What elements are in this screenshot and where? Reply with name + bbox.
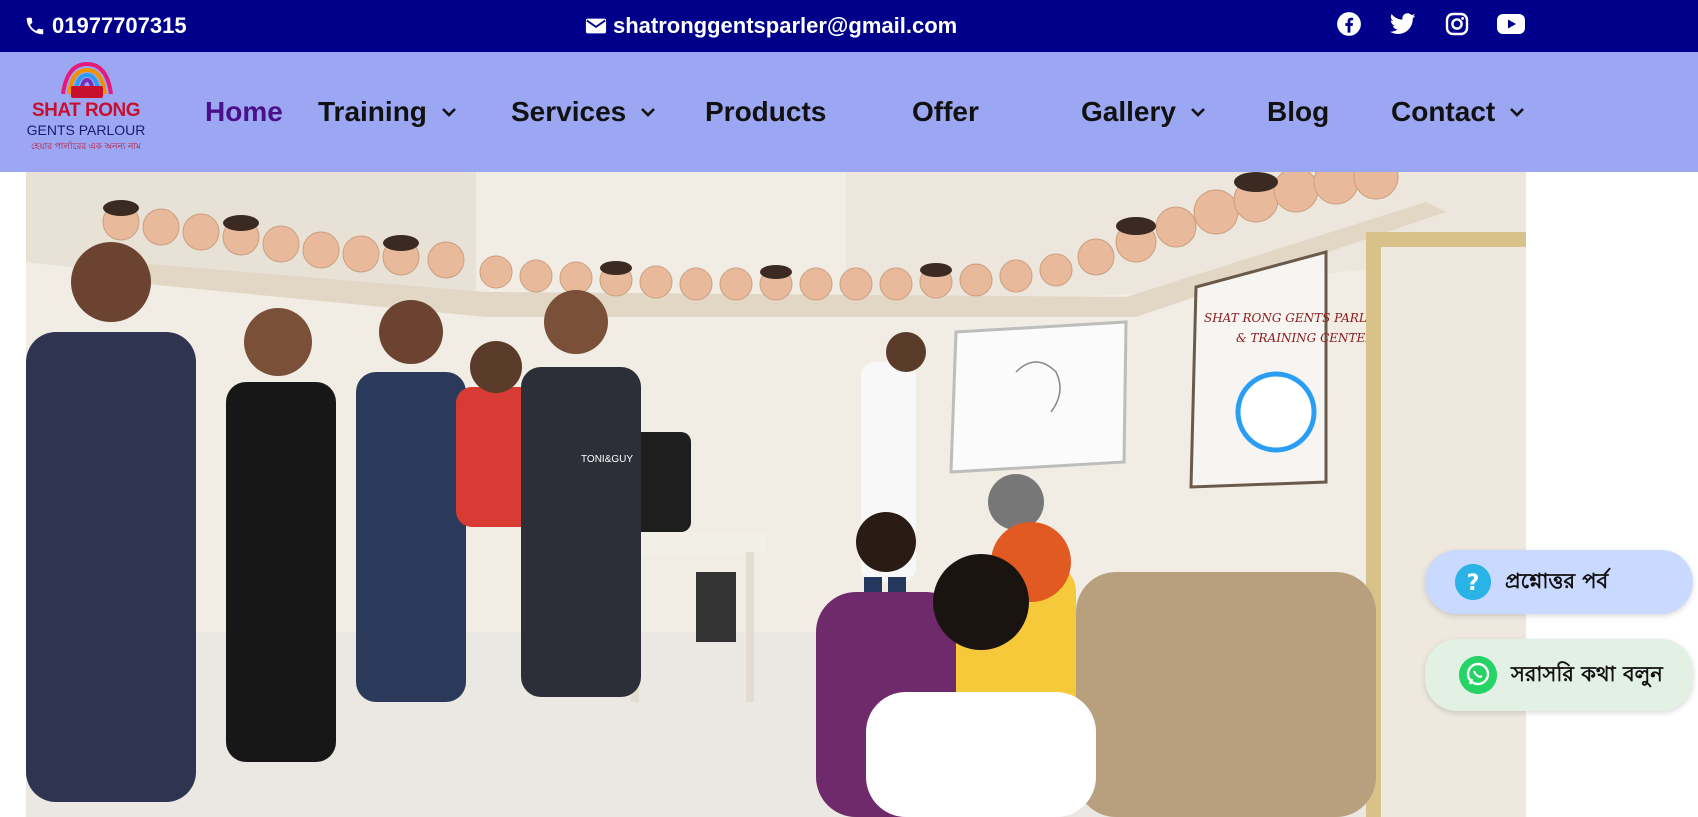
poster-subtitle: & TRAINING CENTER [1236, 331, 1374, 345]
apron-logo-text: TONI&GUY [581, 454, 633, 465]
nav-blog-label: Blog [1267, 96, 1330, 127]
nav-services-label: Services [511, 96, 627, 127]
top-contact-bar: 01977707315 shatronggentsparler@gmail.co… [0, 0, 1698, 52]
envelope-icon [585, 18, 607, 34]
qa-button-label: প্রশ্নোত্তর পর্ব [1505, 568, 1609, 593]
youtube-icon[interactable] [1497, 10, 1525, 38]
nav-home[interactable]: Home [205, 52, 283, 172]
nav-offer-label: Offer [912, 96, 979, 127]
nav-training[interactable]: Training [318, 52, 457, 172]
svg-text:?: ? [1467, 571, 1480, 596]
phone-link[interactable]: 01977707315 [24, 0, 187, 52]
facebook-icon[interactable] [1335, 10, 1363, 38]
qa-floating-button[interactable]: ? প্রশ্নোত্তর পর্ব [1425, 550, 1693, 614]
whatsapp-floating-button[interactable]: সরাসরি কথা বলুন [1425, 639, 1693, 711]
hero-training-photo: SHAT RONG GENTS PARLOUR & TRAINING CENTE… [26, 172, 1526, 817]
brand-name: SHAT RONG [31, 100, 141, 121]
phone-icon [26, 17, 44, 35]
nav-products[interactable]: Products [705, 52, 826, 172]
nav-training-label: Training [318, 96, 427, 127]
logo-mark-icon [61, 61, 113, 98]
email-address: shatronggentsparler@gmail.com [613, 13, 958, 38]
nav-gallery-label: Gallery [1081, 96, 1176, 127]
nav-contact[interactable]: Contact [1391, 52, 1525, 172]
whatsapp-button-label: সরাসরি কথা বলুন [1511, 661, 1663, 686]
nav-gallery[interactable]: Gallery [1081, 52, 1206, 172]
email-link[interactable]: shatronggentsparler@gmail.com [585, 0, 957, 52]
nav-contact-label: Contact [1391, 96, 1496, 127]
twitter-icon[interactable] [1389, 10, 1417, 38]
nav-offer[interactable]: Offer [912, 52, 979, 172]
nav-products-label: Products [705, 96, 827, 127]
nav-home-label: Home [205, 96, 283, 127]
question-icon: ? [1455, 564, 1491, 600]
chevron-down-icon [1509, 106, 1525, 118]
training-classroom-illustration: SHAT RONG GENTS PARLOUR & TRAINING CENTE… [26, 172, 1526, 817]
instagram-icon[interactable] [1443, 10, 1471, 38]
chevron-down-icon [1190, 106, 1206, 118]
brand-tagline: হেয়ার পার্লারের এক অনন্য নাম [30, 141, 142, 151]
whatsapp-icon [1459, 656, 1497, 694]
chevron-down-icon [640, 106, 656, 118]
phone-number: 01977707315 [52, 13, 187, 38]
brand-subname: GENTS PARLOUR [26, 122, 146, 138]
nav-blog[interactable]: Blog [1267, 52, 1329, 172]
nav-services[interactable]: Services [511, 52, 656, 172]
brand-logo[interactable]: SHAT RONG GENTS PARLOUR হেয়ার পার্লারের… [24, 60, 148, 152]
chevron-down-icon [441, 106, 457, 118]
